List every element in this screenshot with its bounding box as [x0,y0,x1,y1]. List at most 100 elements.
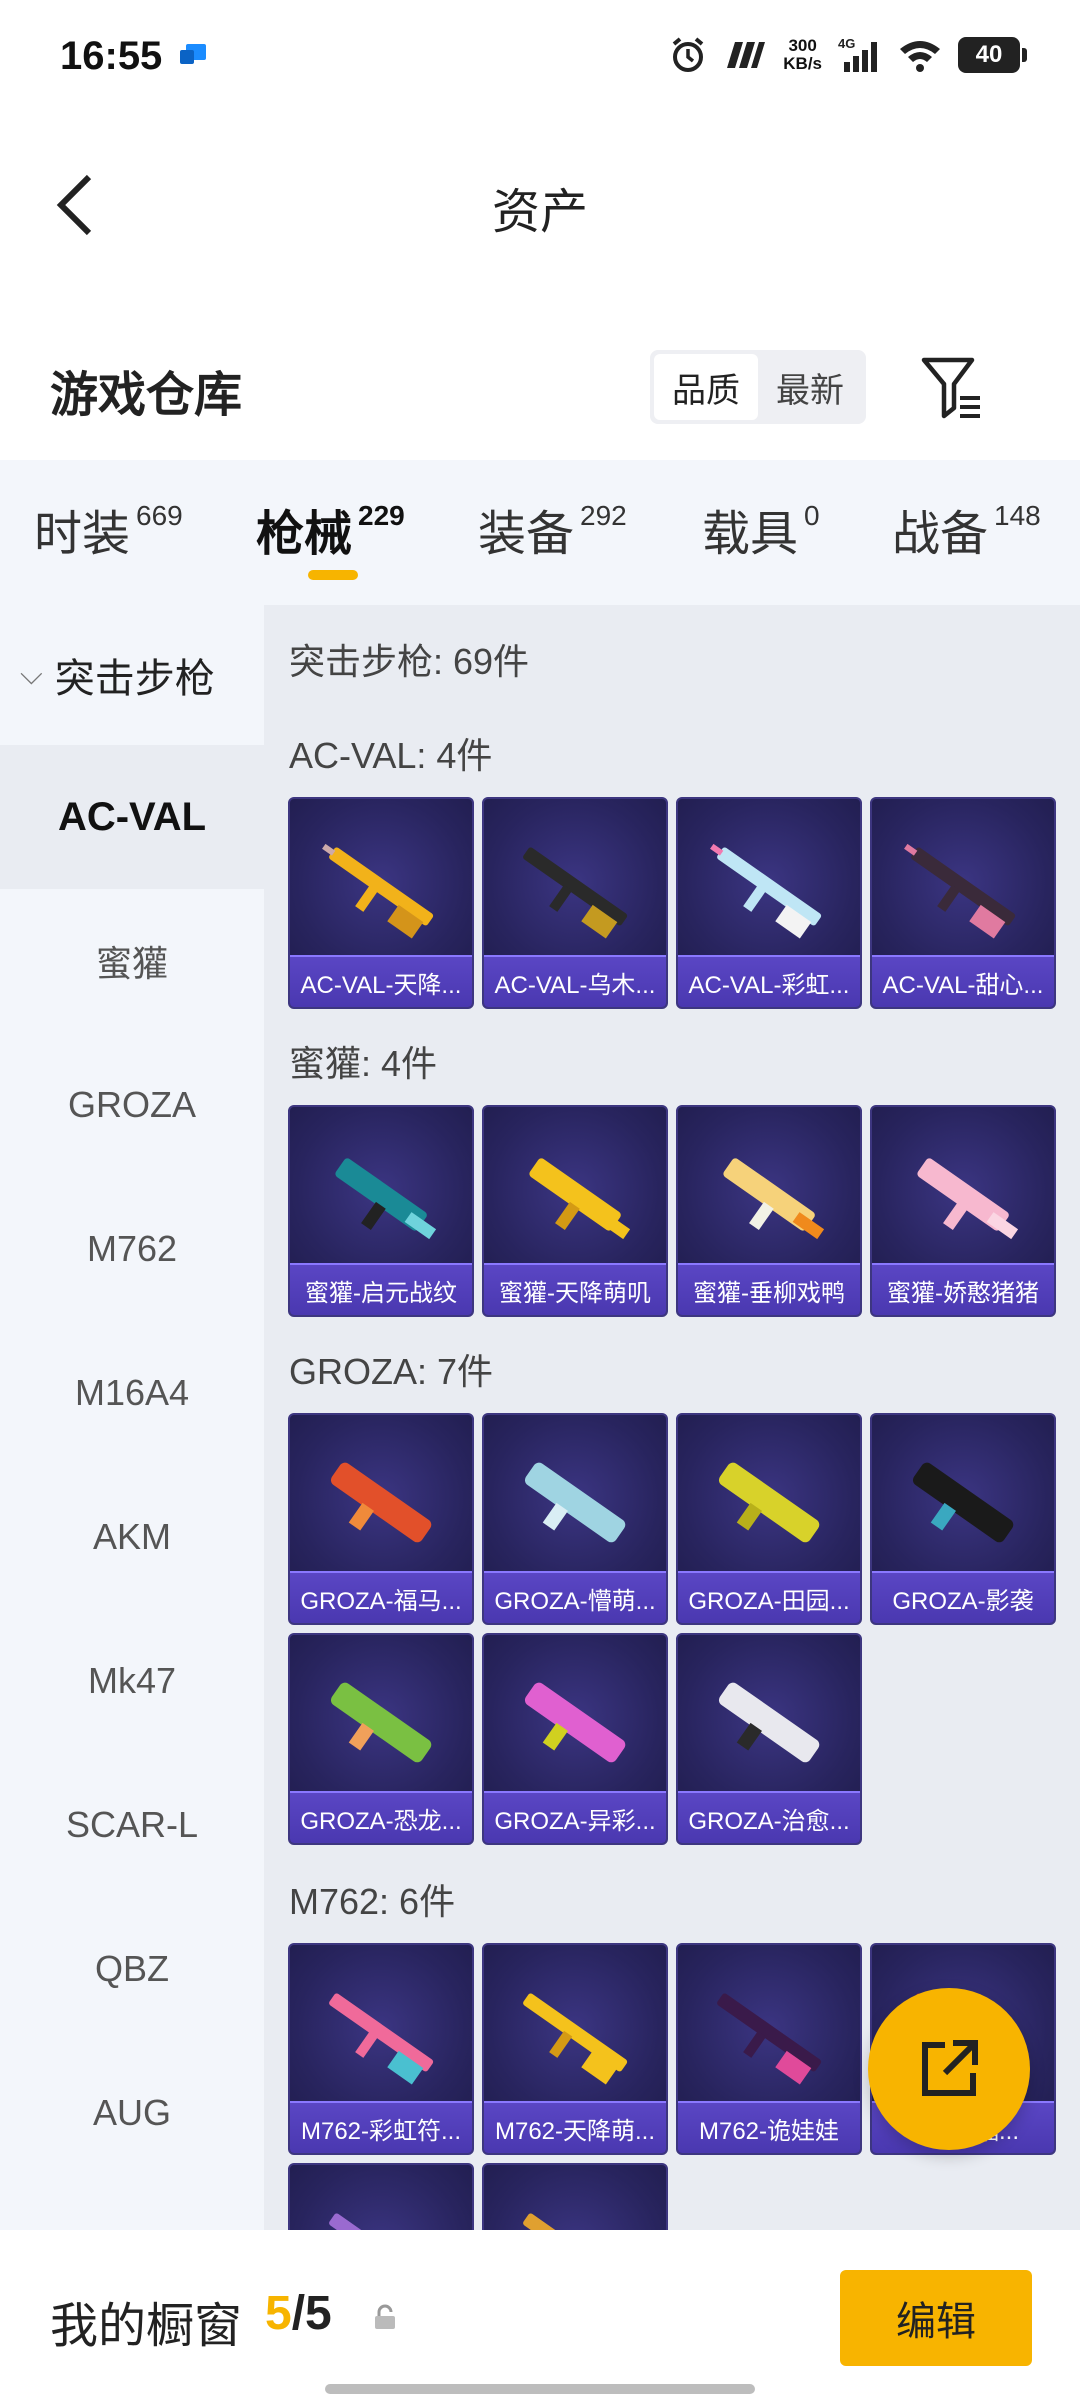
weapon-card-label: AC-VAL-彩虹... [678,955,860,1007]
sidebar-item-groza[interactable]: GROZA [0,1033,264,1177]
bullpup-skin-icon [718,1462,820,1543]
weapon-card-label: GROZA-田园... [678,1571,860,1623]
bullpup-skin-icon [330,1462,432,1543]
rifle-skin-icon [329,2213,434,2230]
sidebar-item-ac-val[interactable]: AC-VAL [0,745,264,889]
tab-label: 载具 [702,508,799,561]
weapon-card-label: 蜜獾-娇憨猪猪 [872,1263,1054,1315]
sidebar-item-aug[interactable]: AUG [0,2041,264,2185]
weapon-card[interactable] [288,2163,474,2230]
smg-skin-icon [917,1158,1019,1240]
sidebar-item-akm[interactable]: AKM [0,1465,264,1609]
weapon-card-label: GROZA-治愈... [678,1791,860,1843]
tab-count: 669 [136,500,183,531]
tab-label: 战备 [892,508,989,561]
net-speed: 300 KB/s [783,36,822,73]
weapon-card[interactable]: 蜜獾-垂柳戏鸭 [676,1105,862,1317]
lock-icon [375,2304,395,2329]
tab-count: 229 [358,500,405,531]
section-title: M762: 6件 [289,1881,456,1922]
weapon-card-label: GROZA-恐龙... [290,1791,472,1843]
wifi-icon [900,41,940,72]
rifle-skin-icon [523,847,628,939]
tab-equipment[interactable]: 装备 292 [478,494,627,564]
weapon-card[interactable]: GROZA-田园... [676,1413,862,1625]
weapon-card[interactable]: M762-彩虹符... [288,1943,474,2155]
weapon-card-label: AC-VAL-甜心... [872,955,1054,1007]
status-bar: 16:55 300 KB/s 4G 40 [0,0,1080,110]
smg-skin-icon [723,1158,825,1240]
rifle-skin-icon [322,843,434,939]
bullpup-skin-icon [912,1462,1014,1543]
weapon-card-label: AC-VAL-乌木... [484,955,666,1007]
rifle-skin-icon [523,1993,628,2085]
weapon-card[interactable]: GROZA-治愈... [676,1633,862,1845]
showcase-current: 5 [265,2287,292,2340]
nav-header: 资产 [0,110,1080,290]
sort-quality-button[interactable]: 品质 [654,354,758,420]
section-title: AC-VAL: 4件 [289,735,493,776]
weapon-grid: 突击步枪: 69件 AC-VAL: 4件 AC-VAL-天降... AC-VAL… [264,605,1080,2230]
tab-gear[interactable]: 战备 148 [892,494,1041,564]
weapon-card-label: M762-天降萌... [484,2101,666,2153]
weapon-card[interactable]: 蜜獾-天降萌叽 [482,1105,668,1317]
weapon-card[interactable]: AC-VAL-乌木... [482,797,668,1009]
tab-label: 枪械 [256,508,353,561]
weapon-card[interactable]: M762-天降萌... [482,1943,668,2155]
sort-toggle: 品质 最新 [650,350,866,424]
rifle-skin-icon [523,2213,628,2230]
sidebar-item-m762[interactable]: M762 [0,1177,264,1321]
sidebar-item-honey-badger[interactable]: 蜜獾 [0,889,264,1033]
weapon-card[interactable]: AC-VAL-彩虹... [676,797,862,1009]
weapon-card[interactable]: GROZA-异彩... [482,1633,668,1845]
chevron-down-icon: ⌵ [20,658,43,691]
sidebar-category-header[interactable]: ⌵ 突击步枪 [0,605,264,745]
tab-label: 装备 [478,508,575,561]
sidebar-item-mk47[interactable]: Mk47 [0,1609,264,1753]
tab-count: 0 [804,500,820,531]
weapon-card[interactable]: AC-VAL-甜心... [870,797,1056,1009]
showcase-bar: 我的橱窗 5/5 编辑 [0,2230,1080,2400]
sidebar-item-scar-l[interactable]: SCAR-L [0,1753,264,1897]
warehouse-header: 游戏仓库 品质 最新 [0,330,1080,460]
weapon-card-label: GROZA-影袭 [872,1571,1054,1623]
tab-firearms[interactable]: 枪械 229 [256,494,405,564]
sidebar-item-qbz[interactable]: QBZ [0,1897,264,2041]
bullpup-skin-icon [524,1462,626,1543]
filter-icon[interactable] [920,352,986,422]
weapon-card-label: GROZA-懵萌... [484,1571,666,1623]
svg-text:4G: 4G [838,36,855,51]
showcase-total: 5 [305,2287,332,2340]
weapon-card[interactable]: AC-VAL-天降... [288,797,474,1009]
tab-count: 148 [994,500,1041,531]
weapon-card[interactable]: 蜜獾-启元战纹 [288,1105,474,1317]
alarm-icon [672,37,704,72]
battery-indicator: 40 [958,37,1027,73]
weapon-card[interactable] [482,2163,668,2230]
weapon-card[interactable]: M762-诡娃娃 [676,1943,862,2155]
showcase-count: 5/5 [265,2286,332,2341]
weapon-card[interactable]: GROZA-懵萌... [482,1413,668,1625]
weapon-card[interactable]: GROZA-影袭 [870,1413,1056,1625]
tab-vehicles[interactable]: 载具 0 [702,494,820,564]
active-tab-indicator [308,570,358,580]
sort-latest-button[interactable]: 最新 [758,354,862,420]
sidebar-header-label: 突击步枪 [54,657,215,701]
share-button[interactable] [868,1988,1030,2150]
rifle-skin-icon [717,1993,822,2085]
showcase-separator: / [291,2287,306,2340]
weapon-card[interactable]: 蜜獾-娇憨猪猪 [870,1105,1056,1317]
tab-label: 时装 [34,508,131,561]
sidebar-item-m16a4[interactable]: M16A4 [0,1321,264,1465]
weapon-sidebar: ⌵ 突击步枪 AC-VAL 蜜獾 GROZA M762 M16A4 AKM Mk… [0,605,264,2230]
tab-fashion[interactable]: 时装 669 [34,494,183,564]
weapon-card-label: 蜜獾-天降萌叽 [484,1263,666,1315]
weapon-card[interactable]: GROZA-福马... [288,1413,474,1625]
weapon-card[interactable]: GROZA-恐龙... [288,1633,474,1845]
weapon-card-label: 蜜獾-垂柳戏鸭 [678,1263,860,1315]
home-indicator[interactable] [325,2384,755,2394]
page-title: 资产 [491,186,588,239]
weapon-card-label: M762-彩虹符... [290,2101,472,2153]
category-tabs: 时装 669 枪械 229 装备 292 载具 0 战备 148 [0,460,1080,605]
edit-button[interactable]: 编辑 [840,2270,1032,2366]
